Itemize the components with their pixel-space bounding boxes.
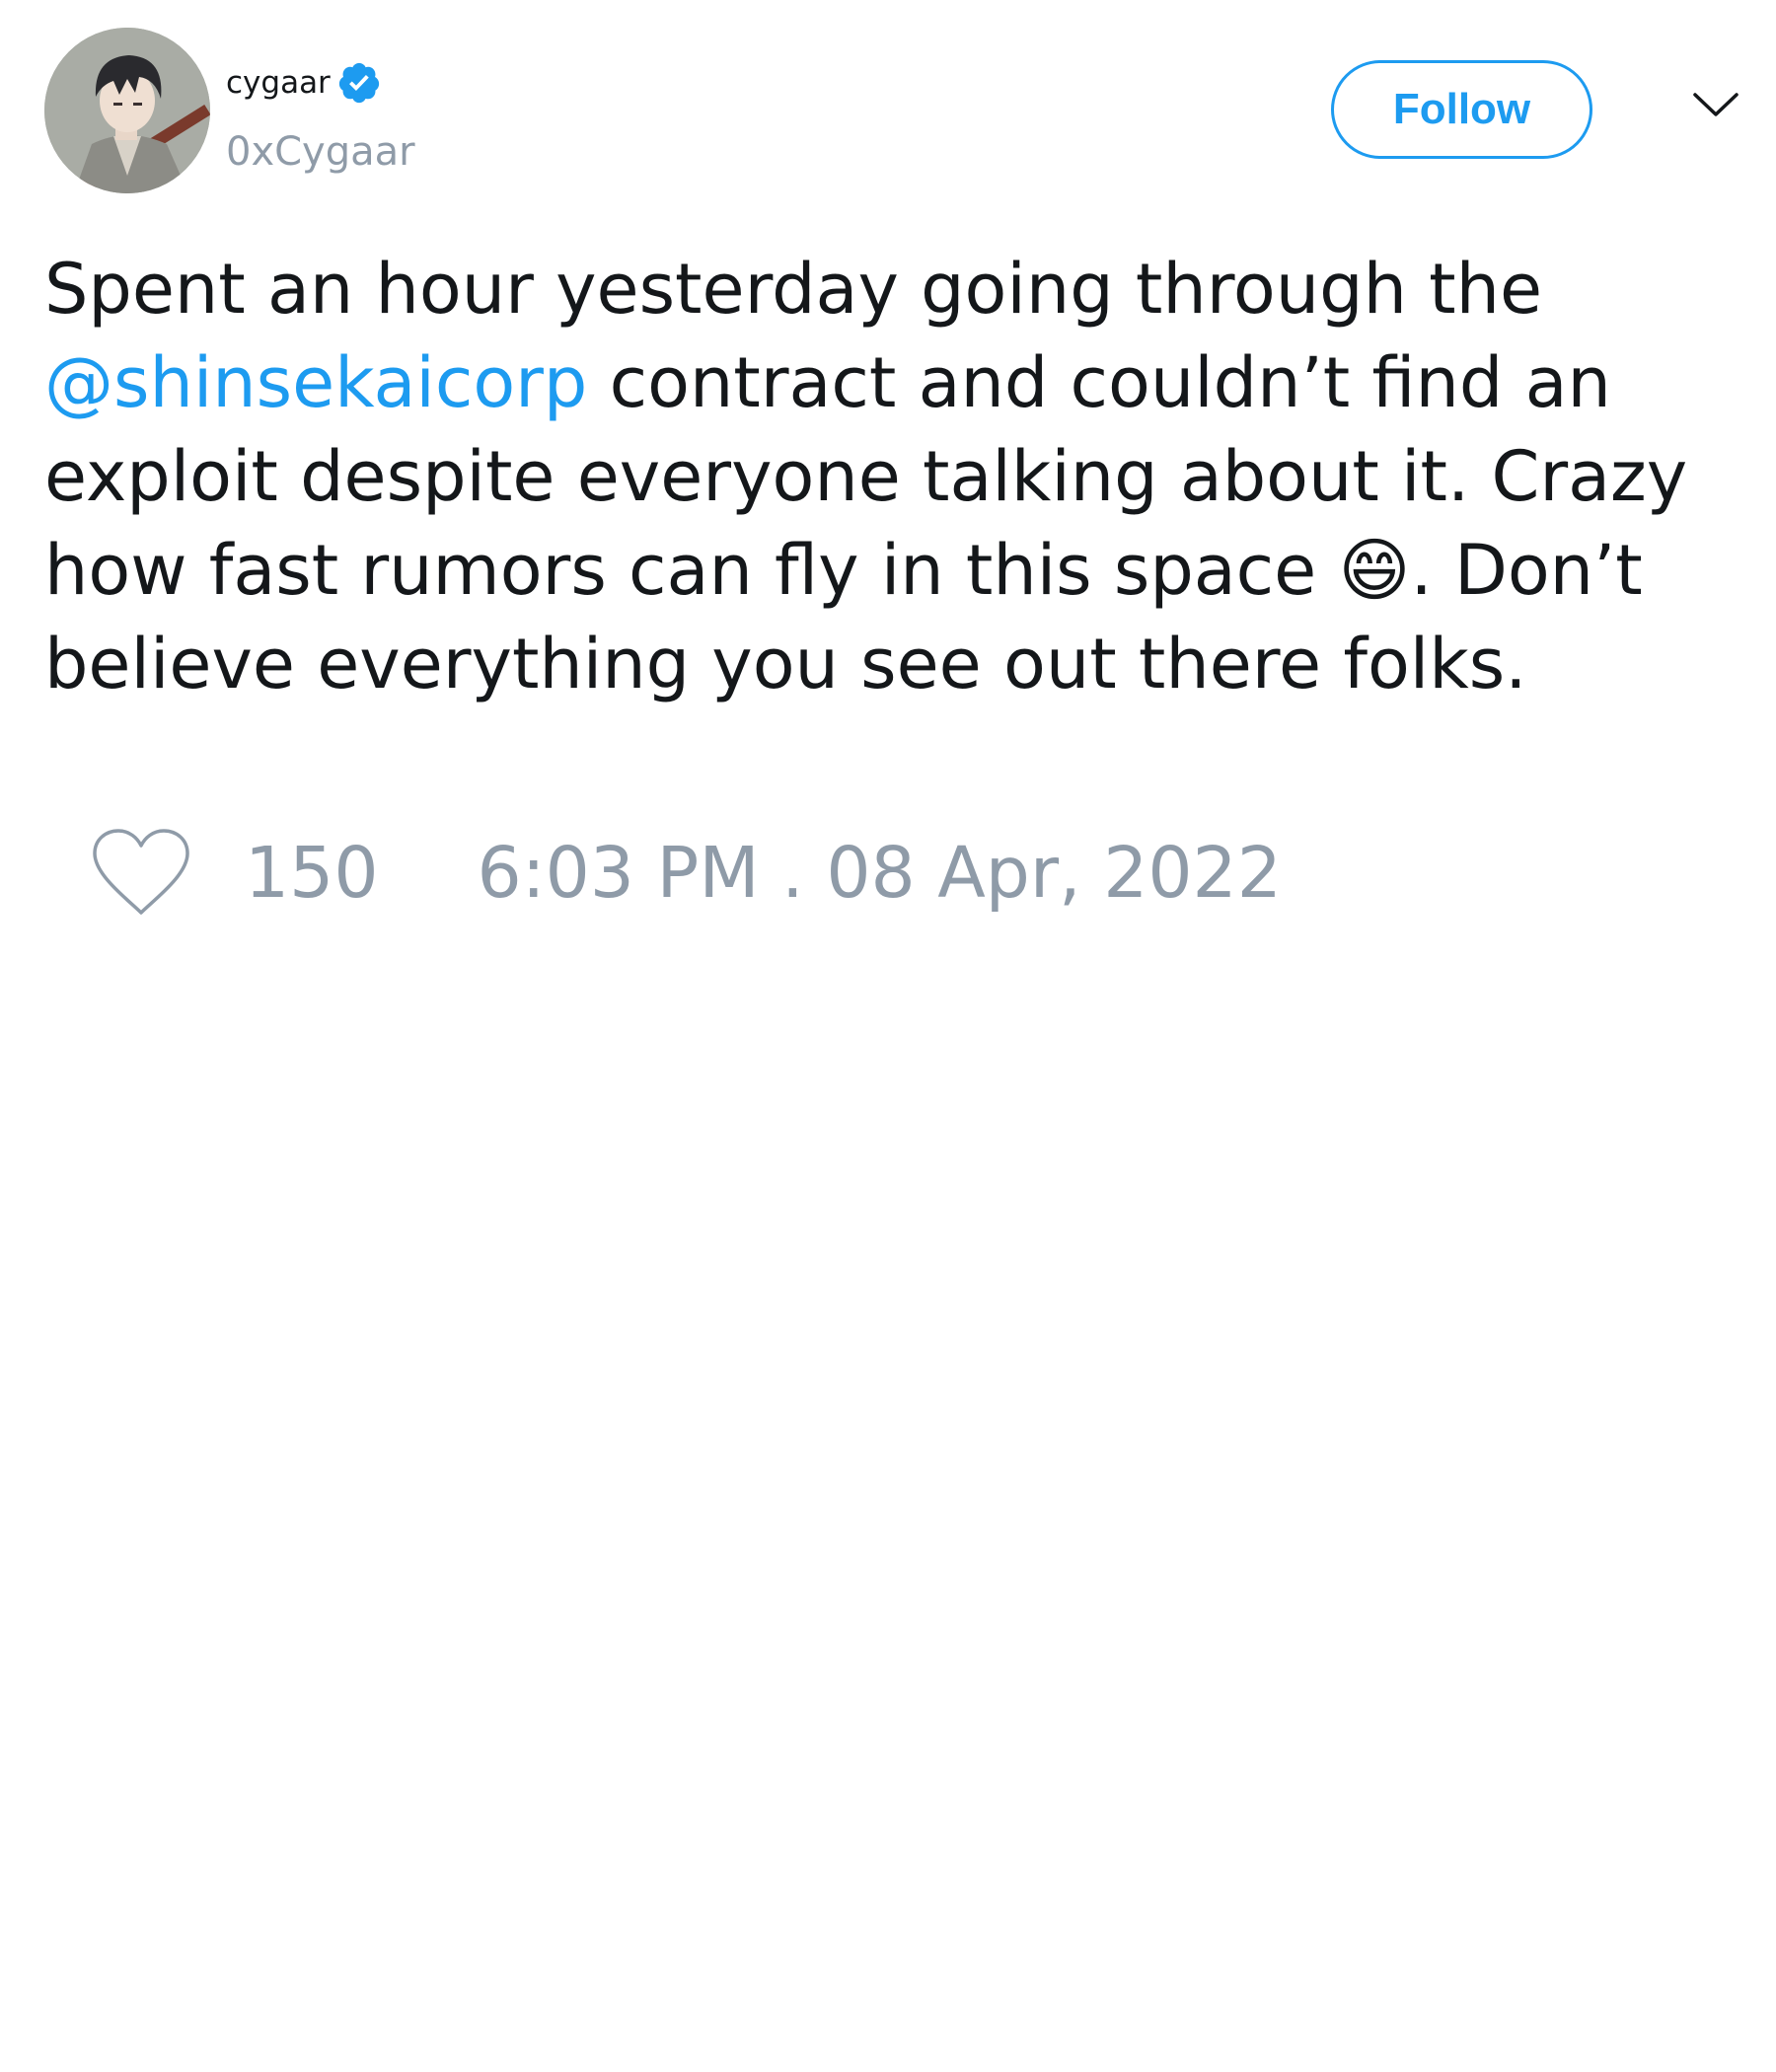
tweet-text: Spent an hour yesterday going through th… — [44, 243, 1741, 711]
tweet-text-part: Spent an hour yesterday going through th… — [44, 249, 1543, 330]
tweet-footer: 150 6:03 PM . 08 Apr, 2022 — [89, 823, 1282, 922]
mention-link[interactable]: @shinsekaicorp — [44, 342, 587, 423]
heart-icon[interactable] — [89, 826, 193, 919]
chevron-down-icon[interactable] — [1691, 87, 1740, 122]
timestamp[interactable]: 6:03 PM . 08 Apr, 2022 — [478, 832, 1282, 914]
author-name-row: cygaar — [226, 61, 382, 105]
verified-badge-icon — [338, 62, 379, 104]
tweet-card: cygaar 0xCygaar Follow Spent an hour yes… — [0, 0, 1776, 2072]
like-count: 150 — [245, 831, 379, 914]
follow-button[interactable]: Follow — [1331, 60, 1592, 159]
avatar[interactable] — [44, 28, 210, 193]
display-name[interactable]: cygaar — [226, 63, 331, 103]
avatar-image — [44, 28, 210, 193]
username[interactable]: 0xCygaar — [226, 126, 415, 178]
